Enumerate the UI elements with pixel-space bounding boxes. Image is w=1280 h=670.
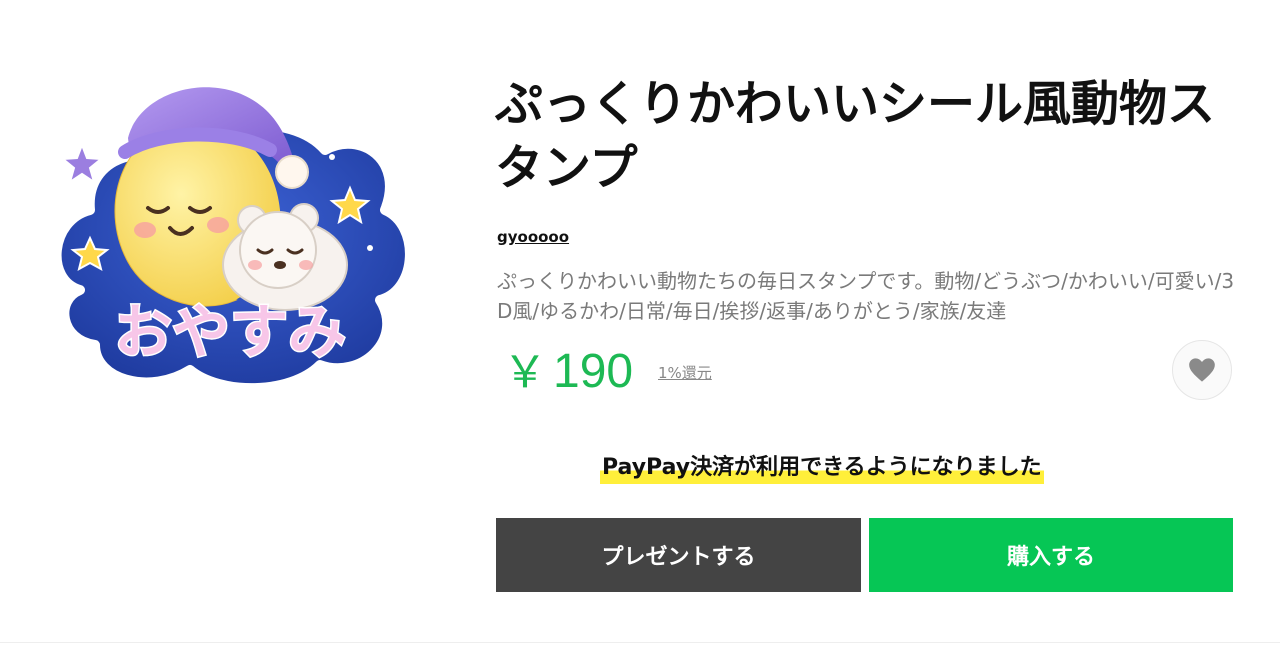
price-currency: ￥: [503, 348, 547, 397]
price: ￥ 190: [503, 340, 633, 405]
svg-text:おやすみ: おやすみ: [114, 298, 346, 366]
sticker-preview-image: おやすみ: [40, 60, 420, 410]
section-divider: [0, 642, 1280, 643]
paypay-notice: PayPay決済が利用できるようになりました: [600, 452, 1044, 484]
cashback-link[interactable]: 1%還元: [658, 362, 712, 383]
product-title: ぷっくりかわいいシール風動物スタンプ: [495, 76, 1216, 196]
favorite-button[interactable]: [1172, 340, 1232, 400]
price-value: 190: [553, 345, 634, 398]
heart-icon: [1189, 358, 1215, 382]
product-description: ぷっくりかわいい動物たちの毎日スタンプです。動物/どうぶつ/かわいい/可愛い/3…: [497, 269, 1235, 323]
gift-button[interactable]: プレゼントする: [496, 518, 861, 592]
author-link[interactable]: gyooooo: [497, 228, 569, 246]
buy-button[interactable]: 購入する: [869, 518, 1233, 592]
